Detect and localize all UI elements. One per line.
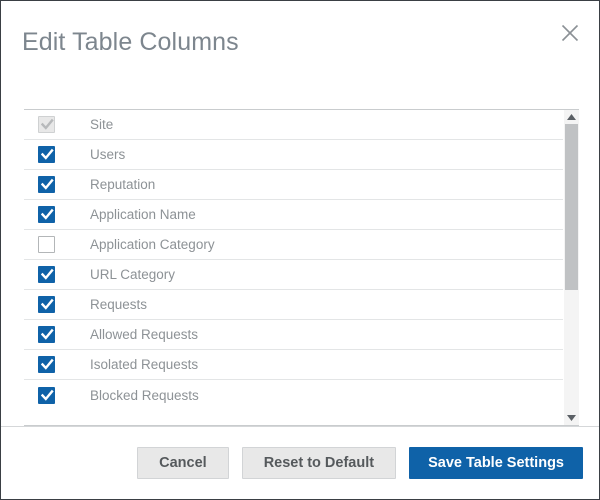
list-item[interactable]: Isolated Requests [24, 350, 563, 380]
list-item-label: Application Name [90, 207, 196, 222]
checkbox-allowed-requests[interactable] [38, 326, 55, 343]
list-item-label: Allowed Requests [90, 327, 199, 342]
list-item-label: URL Category [90, 267, 176, 282]
scrollbar[interactable] [563, 110, 579, 425]
list-item[interactable]: Application Category [24, 230, 563, 260]
checkbox-application-name[interactable] [38, 206, 55, 223]
checkbox-users[interactable] [38, 146, 55, 163]
checkbox-isolated-requests[interactable] [38, 356, 55, 373]
columns-list-container: Site Users Reputation Application Name Appli… [24, 109, 579, 426]
list-item[interactable]: Application Name [24, 200, 563, 230]
checkbox-site [38, 116, 55, 133]
columns-list: Site Users Reputation Application Name Appli… [24, 110, 563, 425]
page-title: Edit Table Columns [22, 28, 239, 56]
checkbox-application-category[interactable] [38, 236, 55, 253]
cancel-button[interactable]: Cancel [137, 447, 229, 479]
caret-down-icon[interactable] [564, 411, 579, 425]
edit-table-columns-dialog: Edit Table Columns Site Users Reputation Ap… [0, 0, 600, 500]
list-item[interactable]: URL Category [24, 260, 563, 290]
checkbox-reputation[interactable] [38, 176, 55, 193]
list-item[interactable]: Allowed Requests [24, 320, 563, 350]
scrollbar-track[interactable] [564, 124, 579, 411]
close-icon[interactable] [557, 20, 583, 46]
dialog-header: Edit Table Columns [1, 1, 599, 109]
list-item[interactable]: Blocked Requests [24, 380, 563, 410]
list-item-label: Site [90, 117, 114, 132]
checkbox-requests[interactable] [38, 296, 55, 313]
scrollbar-thumb[interactable] [565, 124, 578, 291]
list-item-label: Reputation [90, 177, 156, 192]
dialog-footer: Cancel Reset to Default Save Table Setti… [1, 426, 599, 499]
list-item-label: Blocked Requests [90, 387, 199, 403]
caret-up-icon[interactable] [564, 110, 579, 124]
reset-to-default-button[interactable]: Reset to Default [241, 447, 397, 479]
list-item-label: Requests [90, 297, 148, 312]
list-item[interactable]: Requests [24, 290, 563, 320]
list-item[interactable]: Reputation [24, 170, 563, 200]
list-item-label: Application Category [90, 237, 215, 252]
save-table-settings-button[interactable]: Save Table Settings [409, 447, 583, 479]
list-item-label: Users [90, 147, 126, 162]
checkbox-blocked-requests[interactable] [38, 386, 55, 404]
list-item-label: Isolated Requests [90, 357, 199, 372]
list-item[interactable]: Users [24, 140, 563, 170]
list-item[interactable]: Site [24, 110, 563, 140]
checkbox-url-category[interactable] [38, 266, 55, 283]
